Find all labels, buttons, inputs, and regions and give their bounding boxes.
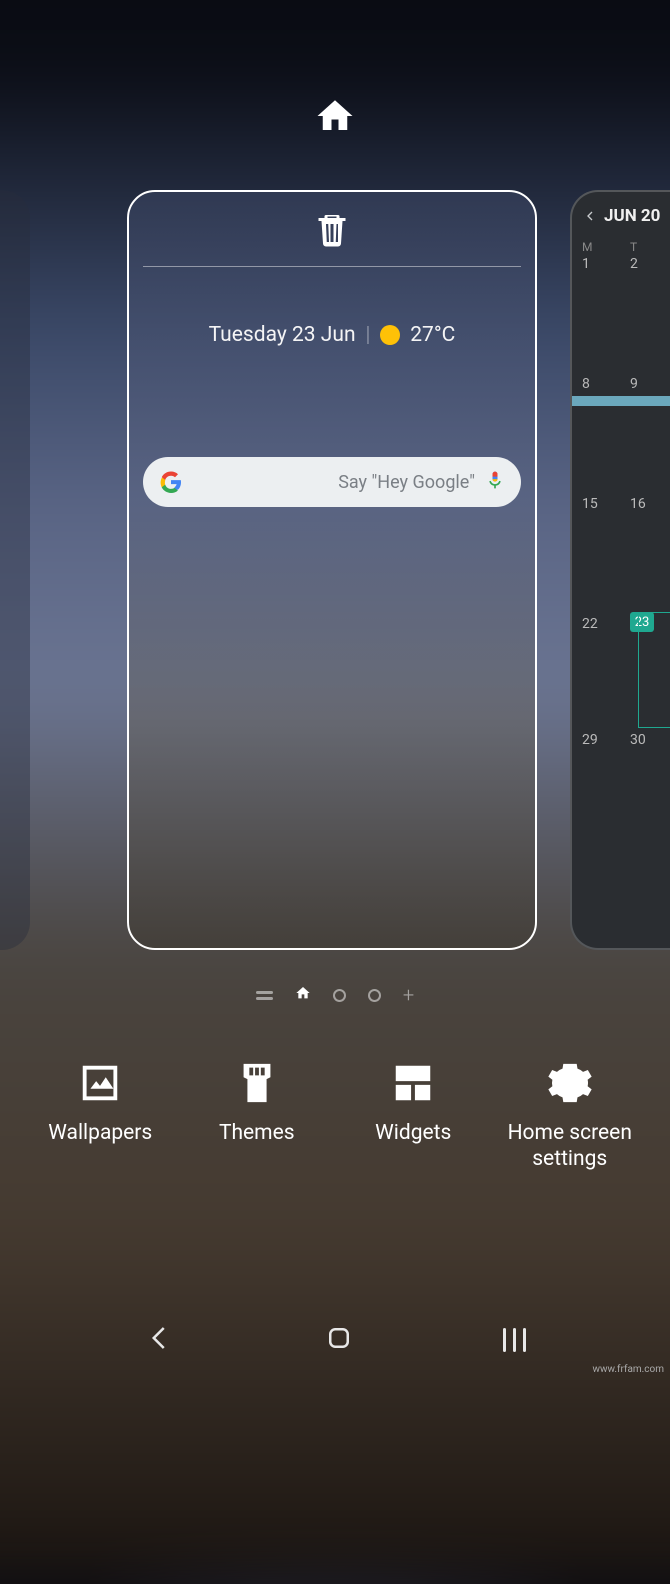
themes-button[interactable]: Themes bbox=[179, 1060, 336, 1173]
divider bbox=[143, 266, 521, 267]
calendar-header[interactable]: JUN 20 bbox=[582, 206, 670, 226]
google-search-widget[interactable]: Say "Hey Google" bbox=[143, 457, 521, 507]
page-dot[interactable] bbox=[368, 989, 381, 1002]
add-page-button[interactable]: + bbox=[403, 983, 414, 1007]
weather-temp: 27°C bbox=[410, 323, 455, 347]
widgets-label: Widgets bbox=[375, 1120, 451, 1146]
calendar-body[interactable]: 12 89 1516 2223 2930 bbox=[582, 252, 670, 748]
weather-widget[interactable]: Tuesday 23 Jun | 27°C bbox=[143, 323, 521, 347]
home-pages-carousel[interactable]: Tuesday 23 Jun | 27°C Say "Hey Google" J… bbox=[0, 190, 670, 950]
back-button[interactable] bbox=[145, 1323, 175, 1357]
themes-label: Themes bbox=[219, 1120, 295, 1146]
home-page-dot[interactable] bbox=[295, 985, 311, 1005]
home-button[interactable] bbox=[324, 1323, 354, 1357]
weather-date: Tuesday 23 Jun bbox=[209, 323, 356, 347]
page-preview-main[interactable]: Tuesday 23 Jun | 27°C Say "Hey Google" bbox=[127, 190, 537, 950]
page-indicator[interactable]: + bbox=[0, 983, 670, 1007]
search-placeholder: Say "Hey Google" bbox=[193, 472, 475, 493]
recents-button[interactable] bbox=[503, 1328, 526, 1352]
home-settings-label: Home screen settings bbox=[492, 1120, 649, 1173]
page-preview-left[interactable] bbox=[0, 190, 30, 950]
mic-icon[interactable] bbox=[485, 470, 505, 494]
separator: | bbox=[366, 323, 371, 347]
widgets-button[interactable]: Widgets bbox=[335, 1060, 492, 1173]
apps-page-dot[interactable] bbox=[256, 991, 273, 1000]
page-preview-right[interactable]: JUN 20 M T 12 89 1516 2223 2930 bbox=[570, 190, 670, 950]
navigation-bar bbox=[0, 1323, 670, 1357]
sun-icon bbox=[380, 325, 400, 345]
home-edit-options: Wallpapers Themes Widgets Home screen se… bbox=[0, 1060, 670, 1173]
wallpapers-label: Wallpapers bbox=[48, 1120, 152, 1146]
page-dot[interactable] bbox=[333, 989, 346, 1002]
home-indicator-icon bbox=[314, 95, 356, 141]
home-settings-button[interactable]: Home screen settings bbox=[492, 1060, 649, 1173]
delete-page-button[interactable] bbox=[143, 206, 521, 266]
wallpapers-button[interactable]: Wallpapers bbox=[22, 1060, 179, 1173]
watermark: www.frfam.com bbox=[592, 1364, 664, 1375]
calendar-title: JUN 20 bbox=[604, 206, 660, 226]
google-icon bbox=[159, 470, 183, 494]
calendar-event bbox=[572, 396, 670, 406]
